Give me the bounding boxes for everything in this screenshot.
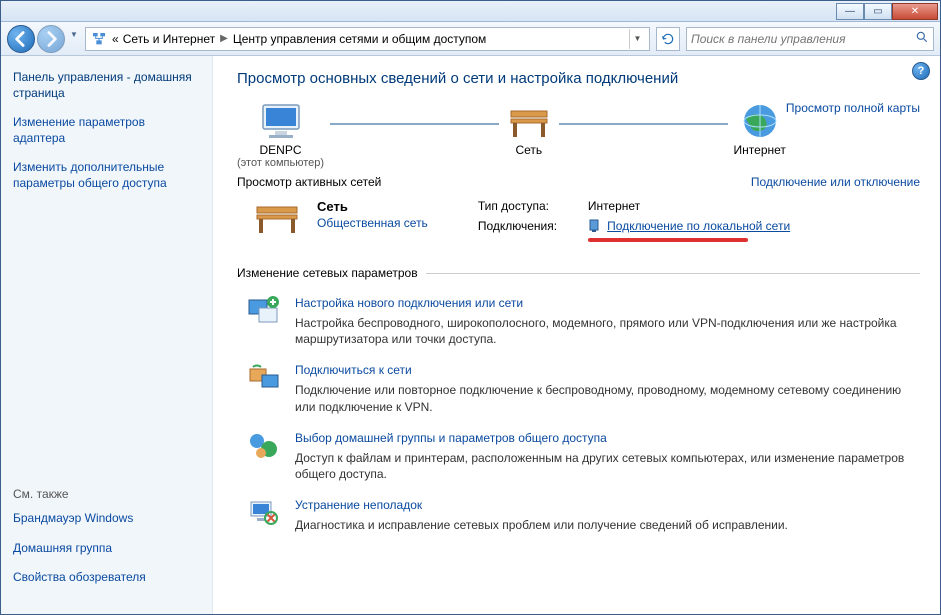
bench-icon [253, 199, 301, 239]
troubleshoot-icon [247, 496, 281, 530]
breadcrumb-prefix: « [112, 32, 119, 46]
breadcrumb-dropdown[interactable]: ▼ [629, 29, 645, 49]
network-name: Сеть [317, 199, 428, 214]
node-network: Сеть [505, 101, 553, 157]
task-connect: Подключиться к сети Подключение или повт… [247, 361, 920, 414]
main-panel: ? Просмотр основных сведений о сети и на… [213, 56, 940, 614]
adapter-settings-link[interactable]: Изменение параметров адаптера [13, 115, 200, 146]
minimize-button[interactable]: — [836, 3, 864, 20]
access-type-value: Интернет [588, 199, 640, 213]
task-link[interactable]: Подключиться к сети [295, 363, 412, 377]
homegroup-link[interactable]: Домашняя группа [13, 541, 200, 557]
navbar: ▼ « Сеть и Интернет ▶ Центр управления с… [1, 22, 940, 56]
task-link[interactable]: Устранение неполадок [295, 498, 422, 512]
arrow-right-icon [38, 26, 64, 52]
page-title: Просмотр основных сведений о сети и наст… [237, 70, 920, 87]
network-icon [90, 30, 108, 48]
refresh-button[interactable] [656, 27, 680, 51]
homegroup-icon [247, 429, 281, 463]
forward-button[interactable] [37, 25, 65, 53]
history-dropdown[interactable]: ▼ [67, 25, 81, 45]
back-button[interactable] [7, 25, 35, 53]
connect-disconnect-link[interactable]: Подключение или отключение [751, 175, 920, 189]
monitor-icon [257, 101, 305, 143]
breadcrumb-sep: ▶ [215, 33, 233, 44]
node-net-label: Сеть [515, 143, 542, 157]
network-params-section: Изменение сетевых параметров Настройка н… [237, 266, 920, 547]
maximize-button[interactable]: ▭ [864, 3, 892, 20]
node-internet: Интернет [734, 101, 786, 157]
highlight-underline [588, 238, 748, 242]
arrow-left-icon [8, 26, 34, 52]
breadcrumb[interactable]: « Сеть и Интернет ▶ Центр управления сет… [85, 27, 650, 51]
connections-label: Подключения: [478, 219, 588, 242]
search-box[interactable] [686, 27, 934, 51]
task-new-connection: Настройка нового подключения или сети На… [247, 294, 920, 347]
globe-icon [736, 101, 784, 143]
active-networks-label: Просмотр активных сетей [237, 175, 381, 189]
control-panel-home-link[interactable]: Панель управления - домашняя страница [13, 70, 200, 101]
sidebar: Панель управления - домашняя страница Из… [1, 56, 213, 614]
titlebar: — ▭ ✕ [1, 1, 940, 22]
local-connection-link[interactable]: Подключение по локальной сети [607, 219, 790, 233]
network-map: DENPC (этот компьютер) Сеть Интернет [237, 101, 920, 169]
network-params-legend: Изменение сетевых параметров [237, 266, 426, 280]
node-inet-label: Интернет [734, 143, 786, 157]
task-homegroup: Выбор домашней группы и параметров общег… [247, 429, 920, 482]
connector [330, 123, 499, 125]
full-map-link[interactable]: Просмотр полной карты [786, 101, 920, 115]
ethernet-icon [588, 219, 600, 236]
task-troubleshoot: Устранение неполадок Диагностика и испра… [247, 496, 920, 533]
node-this-pc: DENPC (этот компьютер) [237, 101, 324, 169]
active-network: Сеть Общественная сеть Тип доступа: Инте… [253, 199, 920, 248]
bench-icon [505, 101, 553, 143]
search-input[interactable] [691, 32, 915, 46]
task-link[interactable]: Настройка нового подключения или сети [295, 296, 523, 310]
task-link[interactable]: Выбор домашней группы и параметров общег… [295, 431, 607, 445]
task-desc: Диагностика и исправление сетевых пробле… [295, 517, 788, 533]
breadcrumb-item[interactable]: Центр управления сетями и общим доступом [233, 32, 487, 46]
search-icon [915, 30, 929, 47]
task-desc: Подключение или повторное подключение к … [295, 382, 920, 414]
advanced-sharing-link[interactable]: Изменить дополнительные параметры общего… [13, 160, 200, 191]
internet-options-link[interactable]: Свойства обозревателя [13, 570, 200, 586]
access-type-label: Тип доступа: [478, 199, 588, 213]
window: — ▭ ✕ ▼ « Сеть и Интернет ▶ Центр управл… [0, 0, 941, 615]
task-desc: Настройка беспроводного, широкополосного… [295, 315, 920, 347]
breadcrumb-item[interactable]: Сеть и Интернет [119, 32, 215, 46]
help-button[interactable]: ? [912, 62, 930, 80]
new-connection-icon [247, 294, 281, 328]
firewall-link[interactable]: Брандмауэр Windows [13, 511, 200, 527]
node-pc-sublabel: (этот компьютер) [237, 157, 324, 169]
connect-icon [247, 361, 281, 395]
refresh-icon [661, 32, 675, 46]
close-button[interactable]: ✕ [892, 3, 938, 20]
task-desc: Доступ к файлам и принтерам, расположенн… [295, 450, 920, 482]
node-pc-label: DENPC [260, 143, 302, 157]
connector [559, 123, 728, 125]
network-type-link[interactable]: Общественная сеть [317, 216, 428, 230]
see-also-label: См. также [13, 487, 200, 501]
